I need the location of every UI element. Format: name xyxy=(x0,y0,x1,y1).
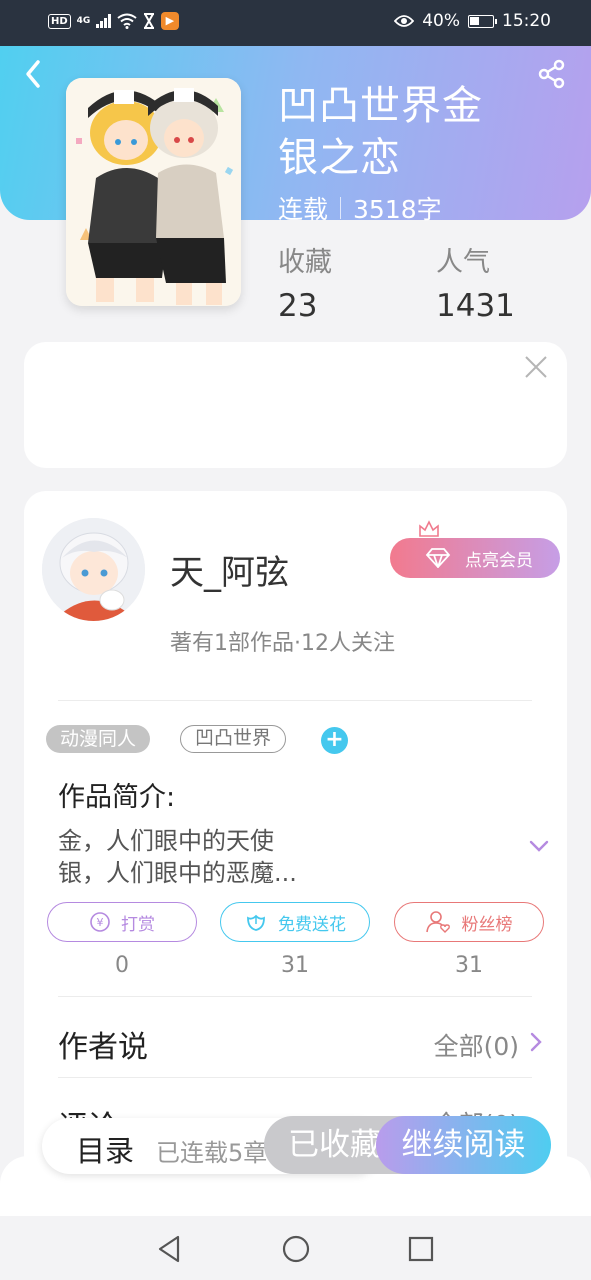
continue-reading-button[interactable]: 继续阅读 xyxy=(376,1116,551,1174)
fans-ranking-button[interactable]: 粉丝榜 xyxy=(394,902,544,942)
book-status: 连载 xyxy=(278,195,329,224)
add-tag-button[interactable]: + xyxy=(321,727,348,754)
author-says-count: 全部(0) xyxy=(433,1032,519,1061)
clock: 15:20 xyxy=(502,11,551,31)
intro-heading: 作品简介: xyxy=(58,782,176,813)
reward-label: 打赏 xyxy=(121,914,155,935)
divider xyxy=(58,996,532,997)
wifi-icon xyxy=(117,13,137,29)
nav-back-icon[interactable] xyxy=(154,1234,184,1264)
status-bar: HD 4G ▶ 40% 15:20 xyxy=(0,0,591,46)
favorites-count: 23 xyxy=(278,288,318,324)
tag-category[interactable]: 动漫同人 xyxy=(46,725,151,753)
fans-ranking-label: 粉丝榜 xyxy=(461,914,513,935)
yen-coin-icon: ¥ xyxy=(90,912,110,932)
favorites-label: 收藏 xyxy=(278,247,332,278)
word-count: 3518字 xyxy=(353,195,442,224)
ad-banner xyxy=(24,342,567,468)
toc-label: 目录 xyxy=(76,1134,135,1168)
fans-count: 31 xyxy=(455,953,483,978)
back-icon[interactable] xyxy=(18,58,50,90)
popularity-count: 1431 xyxy=(436,288,515,324)
hourglass-icon xyxy=(143,13,154,29)
battery-percent: 40% xyxy=(422,11,460,31)
network-type: 4G xyxy=(76,15,91,26)
author-says-label: 作者说 xyxy=(58,1030,148,1065)
svg-text:¥: ¥ xyxy=(97,916,104,929)
flower-icon xyxy=(247,914,265,931)
crown-icon xyxy=(419,520,439,537)
divider xyxy=(58,1077,532,1078)
system-navigation-bar xyxy=(0,1216,591,1280)
tag-fandom[interactable]: 凹凸世界 xyxy=(180,725,287,753)
intro-text: 金，人们眼中的天使 银，人们眼中的恶魔... xyxy=(58,827,297,887)
popularity-label: 人气 xyxy=(436,247,490,278)
hd-indicator: HD xyxy=(48,13,71,29)
close-icon[interactable] xyxy=(523,354,549,380)
divider xyxy=(58,700,532,701)
chevron-down-icon[interactable] xyxy=(528,838,550,854)
user-heart-icon xyxy=(425,911,450,933)
send-flower-button[interactable]: 免费送花 xyxy=(220,902,370,942)
author-name[interactable]: 天_阿弦 xyxy=(170,545,289,594)
toc-chapter-count: 已连载5章 xyxy=(156,1139,268,1167)
signal-icon xyxy=(96,14,111,28)
eye-comfort-icon xyxy=(394,15,415,27)
book-cover-image[interactable] xyxy=(66,78,241,306)
book-title: 凹凸世界金 银之恋 xyxy=(278,83,483,181)
vip-member-button[interactable]: 点亮会员 xyxy=(390,538,560,578)
nav-home-icon[interactable] xyxy=(281,1234,311,1264)
diamond-icon xyxy=(425,548,451,568)
app-notification-icon: ▶ xyxy=(160,12,179,30)
send-flower-label: 免费送花 xyxy=(278,914,346,935)
battery-icon xyxy=(468,14,497,28)
author-stats: 著有1部作品·12人关注 xyxy=(170,631,395,656)
nav-recents-icon[interactable] xyxy=(406,1234,436,1264)
vip-member-label: 点亮会员 xyxy=(465,550,533,571)
share-icon[interactable] xyxy=(536,58,568,90)
chevron-right-icon xyxy=(530,1032,542,1052)
reward-count: 0 xyxy=(115,953,129,978)
author-avatar[interactable] xyxy=(42,518,145,621)
book-meta: 连载 3518字 xyxy=(278,190,442,226)
reward-button[interactable]: ¥ 打赏 xyxy=(47,902,197,942)
flower-count: 31 xyxy=(281,953,309,978)
